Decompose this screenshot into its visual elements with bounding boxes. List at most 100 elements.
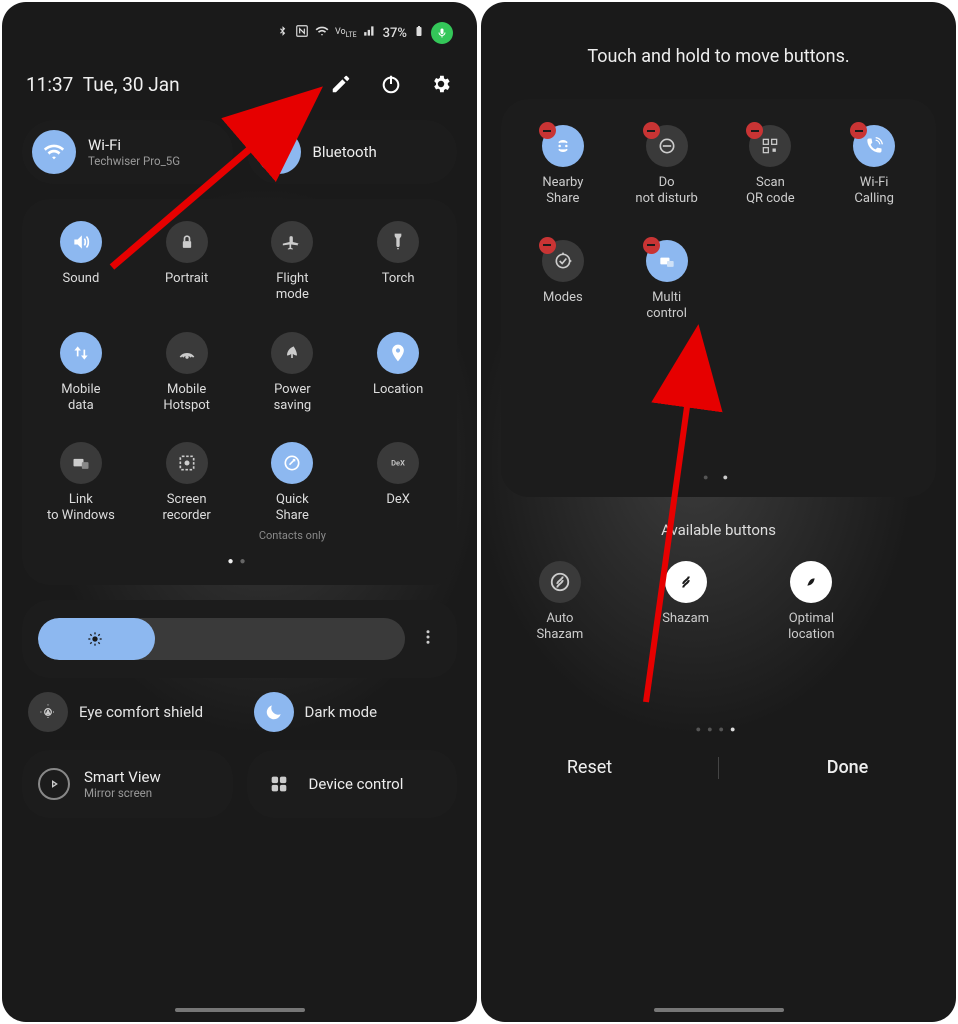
power-button[interactable] — [379, 72, 403, 96]
qs-tile-power-saving[interactable]: Powersaving — [240, 332, 346, 415]
brightness-slider[interactable] — [38, 618, 405, 660]
shazam-icon — [665, 561, 707, 603]
remove-badge[interactable] — [539, 122, 556, 139]
wifi-status-icon — [315, 24, 329, 42]
status-bar: VoLTE 37% — [22, 20, 457, 44]
tile-label: Powersaving — [274, 382, 312, 415]
dark-mode-tile[interactable]: Dark mode — [254, 692, 452, 732]
hotspot-icon — [166, 332, 208, 374]
tile-label: QuickShare — [276, 492, 309, 525]
tile-label: Linkto Windows — [47, 492, 115, 525]
dark-label: Dark mode — [305, 703, 378, 721]
qs-tile-mobile-data[interactable]: Mobiledata — [28, 332, 134, 415]
plane-icon — [271, 221, 313, 263]
pin-icon — [377, 332, 419, 374]
eye-label: Eye comfort shield — [79, 703, 203, 721]
qs-tile-link-to-windows[interactable]: Linkto Windows — [28, 442, 134, 542]
nav-handle[interactable] — [654, 1008, 784, 1012]
tile-label: NearbyShare — [542, 175, 583, 208]
tile-label: Multicontrol — [646, 290, 687, 323]
edit-tile-wi-fi-calling[interactable]: Wi-FiCalling — [822, 125, 926, 208]
tile-label: Modes — [543, 290, 583, 306]
tile-label: Donot disturb — [635, 175, 697, 208]
arrows-icon — [60, 332, 102, 374]
available-page-indicator: ●●●● — [501, 724, 936, 735]
battery-percent: 37% — [383, 26, 407, 41]
available-buttons-heading: Available buttons — [501, 521, 936, 539]
smart-view-icon — [38, 768, 70, 800]
device-control-icon — [263, 768, 295, 800]
volume-icon — [60, 221, 102, 263]
wifi-title: Wi-Fi — [88, 136, 180, 154]
wifi-tile[interactable]: Wi-Fi Techwiser Pro_5G — [22, 120, 233, 184]
smart-view-tile[interactable]: Smart View Mirror screen — [22, 750, 233, 818]
tile-label: Shazam — [662, 611, 709, 627]
tile-label: Mobiledata — [61, 382, 100, 415]
edit-tile-nearby-share[interactable]: NearbyShare — [511, 125, 615, 208]
reset-button[interactable]: Reset — [501, 757, 678, 778]
tile-label: Portrait — [165, 271, 208, 287]
bluetooth-tile[interactable]: Bluetooth — [247, 120, 458, 184]
device-control-tile[interactable]: Device control — [247, 750, 458, 818]
eye-comfort-tile[interactable]: A Eye comfort shield — [28, 692, 226, 732]
tile-label: AutoShazam — [536, 611, 583, 644]
edit-page-indicator: ● ● — [501, 472, 936, 483]
qs-tile-screen-recorder[interactable]: Screenrecorder — [134, 442, 240, 542]
tile-label: Wi-FiCalling — [854, 175, 894, 208]
quick-settings-panel: VoLTE 37% 11:37 Tue, 30 Jan Wi-Fi — [2, 2, 477, 1022]
mic-active-badge — [431, 22, 453, 44]
done-button[interactable]: Done — [759, 757, 936, 778]
lock-icon — [166, 221, 208, 263]
svg-text:A: A — [46, 710, 50, 716]
qs-tile-location[interactable]: Location — [345, 332, 451, 415]
battery-status-icon — [413, 24, 425, 42]
available-tile-optimal-location[interactable]: Optimallocation — [759, 561, 865, 644]
time-date: 11:37 Tue, 30 Jan — [26, 73, 180, 96]
link-icon — [60, 442, 102, 484]
edit-tile-do-not-disturb[interactable]: Donot disturb — [615, 125, 719, 208]
qs-tile-torch[interactable]: Torch — [345, 221, 451, 304]
leaf-icon — [271, 332, 313, 374]
shazam-o-icon — [539, 561, 581, 603]
button-divider — [718, 757, 719, 779]
active-tiles-panel: NearbyShare Donot disturb ScanQR code Wi-Fi… — [501, 99, 936, 497]
available-tile-shazam[interactable]: Shazam — [633, 561, 739, 644]
qs-tile-mobile-hotspot[interactable]: MobileHotspot — [134, 332, 240, 415]
time-label: 11:37 — [26, 73, 73, 96]
remove-badge[interactable] — [850, 122, 867, 139]
edit-instructions: Touch and hold to move buttons. — [501, 46, 936, 67]
edit-button[interactable] — [329, 72, 353, 96]
smart-view-title: Smart View — [84, 768, 161, 786]
qs-tile-quick-share[interactable]: QuickShareContacts only — [240, 442, 346, 542]
edit-tile-multi-control[interactable]: Multicontrol — [615, 240, 719, 323]
available-tile-auto-shazam[interactable]: AutoShazam — [507, 561, 613, 644]
tile-label: Screenrecorder — [162, 492, 210, 525]
rec-icon — [166, 442, 208, 484]
device-control-title: Device control — [309, 775, 404, 793]
remove-badge[interactable] — [539, 237, 556, 254]
remove-badge[interactable] — [643, 237, 660, 254]
edit-tile-modes[interactable]: Modes — [511, 240, 615, 323]
date-label: Tue, 30 Jan — [83, 73, 180, 96]
settings-button[interactable] — [429, 72, 453, 96]
qs-tile-sound[interactable]: Sound — [28, 221, 134, 304]
signal-status-icon — [363, 24, 377, 42]
qs-tiles-panel: Sound Portrait FlightmodeTorch Mobiledata Mo… — [22, 199, 457, 585]
edit-tile-scan-qr-code[interactable]: ScanQR code — [719, 125, 823, 208]
moon-icon — [254, 692, 294, 732]
remove-badge[interactable] — [643, 122, 660, 139]
bluetooth-icon — [257, 130, 301, 174]
volte-status-icon: VoLTE — [335, 28, 357, 39]
nav-handle[interactable] — [175, 1008, 305, 1012]
tile-label: MobileHotspot — [163, 382, 210, 415]
tile-label: ScanQR code — [746, 175, 795, 208]
brightness-more-button[interactable] — [415, 628, 441, 650]
qs-tile-dex[interactable]: DeXDeX — [345, 442, 451, 542]
eye-icon: A — [28, 692, 68, 732]
qs-tile-flight-mode[interactable]: Flightmode — [240, 221, 346, 304]
qs-tile-portrait[interactable]: Portrait — [134, 221, 240, 304]
wifi-icon — [32, 130, 76, 174]
brightness-panel — [22, 600, 457, 678]
smart-view-sub: Mirror screen — [84, 786, 161, 800]
bluetooth-status-icon — [276, 25, 289, 42]
